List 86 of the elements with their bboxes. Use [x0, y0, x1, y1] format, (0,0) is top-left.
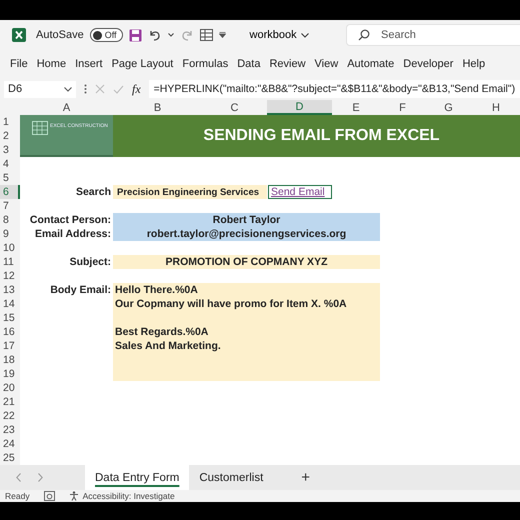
caret-icon[interactable] — [168, 33, 174, 37]
column-header[interactable]: B — [113, 100, 202, 115]
label-cell-text: Body Email: — [49, 283, 112, 297]
row-header[interactable]: 14 — [0, 297, 20, 311]
search-value-cell[interactable]: Precision Engineering Services — [113, 185, 267, 199]
status-text: Ready — [5, 491, 30, 501]
row-header[interactable]: 25 — [0, 451, 20, 465]
column-header[interactable]: E — [332, 100, 380, 115]
undo-icon[interactable] — [148, 28, 162, 42]
row-header[interactable]: 19 — [0, 367, 20, 381]
row-header[interactable]: 3 — [0, 143, 20, 157]
accessibility-icon — [68, 491, 79, 501]
menu-tab[interactable]: Developer — [399, 53, 458, 75]
redo-icon[interactable] — [180, 28, 194, 42]
body-line: Sales And Marketing. — [115, 339, 222, 353]
body-line: Our Copmany will have promo for Item X. %0A — [115, 297, 348, 311]
row-header[interactable]: 22 — [0, 409, 20, 423]
name-box[interactable]: D6 — [4, 80, 76, 98]
column-header[interactable]: F — [380, 100, 425, 115]
search-field[interactable]: Search — [346, 24, 520, 46]
row-header[interactable]: 16 — [0, 325, 20, 339]
row-header[interactable]: 10 — [0, 241, 20, 255]
column-header[interactable]: C — [202, 100, 267, 115]
row-header[interactable]: 15 — [0, 311, 20, 325]
previous-sheet-icon[interactable] — [16, 473, 21, 482]
formula-field[interactable]: =HYPERLINK("mailto:"&B8&"?subject="&$B11&"&body="&B13,"Send Email") — [148, 80, 520, 98]
row-header[interactable]: 21 — [0, 395, 20, 409]
label-cell-text: Contact Person: — [28, 213, 112, 227]
column-header[interactable]: H — [472, 100, 520, 115]
save-icon[interactable] — [128, 28, 142, 42]
workbook-name-button[interactable]: workbook — [250, 29, 309, 41]
sheet-tab[interactable]: Customerlist — [189, 465, 274, 490]
next-sheet-icon[interactable] — [38, 473, 43, 482]
email-address: robert.taylor@precisionengservices.org — [146, 227, 346, 241]
row-header[interactable]: 18 — [0, 353, 20, 367]
more-icon — [84, 84, 87, 94]
menu-tab[interactable]: View — [310, 53, 342, 75]
cancel-icon[interactable] — [95, 84, 105, 94]
camera-icon — [44, 491, 55, 501]
autosave-label: AutoSave — [36, 29, 84, 41]
table-icon[interactable] — [200, 29, 213, 41]
row-header[interactable]: 8 — [0, 213, 20, 227]
spreadsheet-logo-icon — [32, 121, 48, 135]
add-sheet-button[interactable]: + — [295, 468, 316, 487]
menu-tab[interactable]: Automate — [343, 53, 398, 75]
row-header[interactable]: 24 — [0, 437, 20, 451]
label-cell-text: Subject: — [68, 255, 112, 269]
contact-name: Robert Taylor — [212, 213, 280, 227]
chevron-down-icon — [300, 32, 309, 38]
row-header[interactable]: 7 — [0, 199, 20, 213]
column-header[interactable]: G — [425, 100, 472, 115]
title-banner: SENDING EMAIL FROM EXCEL — [113, 115, 520, 157]
row-header[interactable]: 5 — [0, 171, 20, 185]
column-header[interactable]: D — [267, 100, 332, 115]
row-header[interactable]: 23 — [0, 423, 20, 437]
menu-tab[interactable]: File — [6, 53, 32, 75]
row-header[interactable]: 13 — [0, 283, 20, 297]
row-header[interactable]: 20 — [0, 381, 20, 395]
row-header[interactable]: 2 — [0, 129, 20, 143]
menu-tab[interactable]: Data — [233, 53, 264, 75]
subject-cell: PROMOTION OF COPMANY XYZ — [113, 255, 380, 269]
check-icon[interactable] — [113, 84, 124, 94]
accessibility-status[interactable]: Accessibility: Investigate — [68, 491, 175, 501]
row-header[interactable]: 1 — [0, 115, 20, 129]
label-cell-text: Search — [74, 185, 112, 199]
row-header[interactable]: 6 — [0, 185, 20, 199]
menu-tab[interactable]: Help — [458, 53, 490, 75]
autosave-toggle[interactable]: Off — [90, 28, 123, 42]
row-header[interactable]: 11 — [0, 255, 20, 269]
body-line: Hello There.%0A — [115, 283, 199, 297]
body-line: Best Regards.%0A — [115, 325, 210, 339]
excel-logo-icon — [12, 28, 26, 42]
row-header[interactable]: 4 — [0, 157, 20, 171]
menu-tab[interactable]: Page Layout — [108, 53, 178, 75]
dropdown-icon[interactable] — [218, 32, 226, 38]
menu-tab[interactable]: Review — [265, 53, 310, 75]
insert-function-button[interactable]: fx — [132, 82, 141, 96]
row-header[interactable]: 17 — [0, 339, 20, 353]
sheet-tab[interactable]: Data Entry Form — [85, 465, 190, 490]
column-header[interactable]: A — [20, 100, 113, 115]
menu-tab[interactable]: Insert — [71, 53, 107, 75]
menu-tab[interactable]: Formulas — [178, 53, 232, 75]
row-header[interactable]: 9 — [0, 227, 20, 241]
label-cell-text: Email Address: — [34, 227, 112, 241]
row-header[interactable]: 12 — [0, 269, 20, 283]
menu-tab[interactable]: Home — [32, 53, 70, 75]
